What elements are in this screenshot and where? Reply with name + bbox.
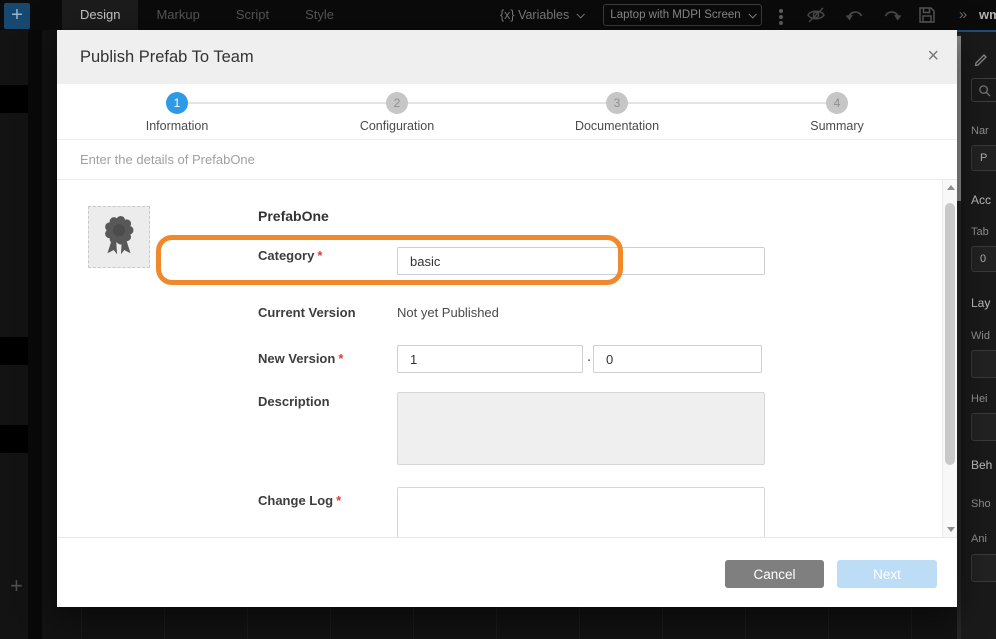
scroll-up-arrow[interactable]: [947, 185, 955, 190]
prop-input-name[interactable]: [971, 145, 996, 171]
prop-input-height[interactable]: [971, 413, 996, 441]
stepper-connector: [177, 102, 837, 104]
description-label: Description: [258, 394, 330, 409]
sidebar-divider: [28, 30, 42, 639]
panel-accent-line: [957, 30, 996, 32]
add-page-button[interactable]: +: [10, 573, 23, 599]
more-options-button[interactable]: [779, 7, 783, 27]
sidebar-item[interactable]: [0, 425, 28, 453]
save-icon[interactable]: [918, 6, 938, 24]
step-3-circle[interactable]: 3: [606, 92, 628, 114]
description-textarea: [397, 392, 765, 465]
prop-input-tabindex[interactable]: [971, 246, 996, 272]
step-1-label: Information: [97, 119, 257, 133]
version-separator: .: [587, 348, 591, 365]
changelog-textarea[interactable]: [397, 487, 765, 537]
prop-input-width[interactable]: [971, 350, 996, 378]
sidebar-item[interactable]: [0, 337, 28, 365]
required-marker: *: [317, 248, 322, 263]
canvas-edge: [42, 30, 57, 639]
new-version-label: New Version*: [258, 351, 343, 366]
required-marker: *: [336, 493, 341, 508]
prefab-name: PrefabOne: [258, 208, 329, 224]
properties-panel: Nar Acc Tab Lay Wid Hei Beh Sho Ani: [957, 30, 996, 639]
step-3-label: Documentation: [537, 119, 697, 133]
undo-icon[interactable]: [845, 6, 865, 24]
editor-mode-tabs: Design Markup Script Style: [62, 0, 352, 30]
prop-section-layout: Lay: [971, 296, 990, 310]
dialog-header: Publish Prefab To Team ×: [57, 30, 957, 84]
chevron-down-icon: [577, 10, 585, 18]
category-input[interactable]: [397, 247, 765, 275]
step-4-label: Summary: [757, 119, 917, 133]
changelog-label: Change Log*: [258, 493, 341, 508]
tab-style[interactable]: Style: [287, 0, 352, 30]
dialog-body: PrefabOne Category* Current Version Not …: [57, 180, 957, 537]
dialog-scrollbar[interactable]: [942, 180, 957, 537]
publish-prefab-dialog: Publish Prefab To Team × 1 2 3 4 Informa…: [57, 30, 957, 607]
hide-preview-icon[interactable]: [806, 6, 826, 24]
top-toolbar: + « Design Markup Script Style {x} Varia…: [0, 0, 996, 30]
dialog-footer: Cancel Next: [57, 537, 957, 607]
add-widget-button[interactable]: +: [4, 3, 30, 29]
prop-label-height: Hei: [971, 393, 988, 405]
prop-input-animation[interactable]: [971, 554, 996, 582]
device-selector-label: Laptop with MDPI Screen: [610, 9, 740, 21]
tab-markup[interactable]: Markup: [138, 0, 217, 30]
right-panel-title: wm: [979, 0, 996, 30]
screen: + « Design Markup Script Style {x} Varia…: [0, 0, 996, 639]
design-canvas: [57, 607, 957, 639]
sidebar-item[interactable]: [0, 85, 28, 113]
current-version-label: Current Version: [258, 305, 356, 320]
dialog-title: Publish Prefab To Team: [57, 30, 957, 84]
prop-label-tabindex: Tab: [971, 226, 989, 238]
step-2-label: Configuration: [317, 119, 477, 133]
wizard-stepper: 1 2 3 4 Information Configuration Docume…: [57, 84, 957, 140]
close-icon[interactable]: ×: [927, 30, 939, 84]
cancel-button[interactable]: Cancel: [725, 560, 824, 588]
current-version-value: Not yet Published: [397, 305, 499, 320]
prop-section-behavior: Beh: [971, 458, 992, 472]
prop-label-width: Wid: [971, 330, 990, 342]
tab-design[interactable]: Design: [62, 0, 138, 30]
redo-icon[interactable]: [882, 6, 902, 24]
chevron-down-icon: [748, 10, 756, 18]
search-icon: [978, 84, 991, 97]
left-sidebar: +: [0, 30, 57, 639]
variables-menu[interactable]: {x} Variables: [500, 0, 583, 30]
category-label: Category*: [258, 248, 322, 263]
prefab-thumbnail: [88, 206, 150, 268]
edit-pencil-icon[interactable]: [973, 50, 989, 71]
next-button[interactable]: Next: [837, 560, 937, 588]
panel-scrollbar-thumb[interactable]: [957, 36, 961, 201]
dialog-subtitle: Enter the details of PrefabOne: [57, 140, 957, 180]
tab-script[interactable]: Script: [218, 0, 287, 30]
prop-section-accessibility: Acc: [971, 193, 991, 207]
variables-label: {x} Variables: [500, 8, 569, 22]
step-4-circle[interactable]: 4: [826, 92, 848, 114]
prop-label-animation: Ani: [971, 533, 987, 545]
version-major-input[interactable]: [397, 345, 583, 373]
step-2-circle[interactable]: 2: [386, 92, 408, 114]
device-selector-dropdown[interactable]: Laptop with MDPI Screen: [603, 4, 762, 26]
step-1-circle[interactable]: 1: [166, 92, 188, 114]
expand-right-panel-button[interactable]: »: [952, 3, 974, 27]
panel-search-box[interactable]: [971, 78, 996, 102]
prop-label-name: Nar: [971, 125, 989, 137]
scroll-down-arrow[interactable]: [947, 527, 955, 532]
version-minor-input[interactable]: [593, 345, 762, 373]
scrollbar-thumb[interactable]: [945, 203, 955, 465]
award-ribbon-icon: [96, 214, 142, 260]
required-marker: *: [338, 351, 343, 366]
prop-label-show: Sho: [971, 498, 991, 510]
